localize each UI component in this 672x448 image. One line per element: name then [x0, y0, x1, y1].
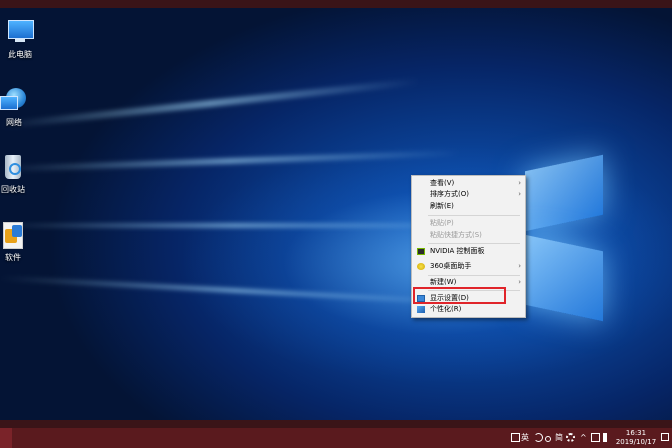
- clock-date: 2019/10/17: [615, 438, 657, 446]
- notification-center-icon[interactable]: [661, 433, 669, 441]
- volume-icon[interactable]: [603, 433, 611, 442]
- highlight-annotation-box: [413, 287, 506, 304]
- menu-separator: [428, 243, 520, 244]
- software-folder-icon: [0, 221, 27, 249]
- windows-logo-pane: [525, 154, 603, 232]
- desktop-icon-this-pc[interactable]: 此电脑: [0, 18, 40, 60]
- menu-item-360-desktop-assistant[interactable]: 360桌面助手 ›: [412, 261, 525, 272]
- submenu-arrow-icon: ›: [518, 179, 521, 187]
- wallpaper-light-beam: [0, 275, 470, 306]
- menu-item-label: NVIDIA 控制面板: [430, 247, 485, 255]
- computer-icon: [6, 18, 34, 46]
- start-button[interactable]: [0, 428, 12, 448]
- nvidia-icon: [417, 248, 425, 255]
- ime-language-indicator[interactable]: 英: [521, 428, 529, 448]
- screen: 此电脑 网络 回收站 软件 查看(V) › 排序方式(O) › 刷新(E) 粘贴…: [0, 0, 672, 448]
- submenu-arrow-icon: ›: [518, 262, 521, 270]
- desktop-icon-label: 软件: [5, 253, 21, 262]
- menu-item-label: 排序方式(O): [430, 190, 469, 198]
- menu-item-personalize[interactable]: 个性化(R): [412, 304, 525, 315]
- desktop[interactable]: 此电脑 网络 回收站 软件: [0, 8, 672, 420]
- menu-separator: [428, 215, 520, 216]
- menu-item-refresh[interactable]: 刷新(E): [412, 201, 525, 212]
- menu-item-label: 查看(V): [430, 179, 455, 187]
- clock-time: 16:31: [625, 429, 647, 437]
- menu-separator: [428, 275, 520, 276]
- personalize-icon: [417, 306, 425, 313]
- menu-item-view[interactable]: 查看(V) ›: [412, 178, 525, 189]
- network-icon: [0, 86, 28, 114]
- menu-item-label: 360桌面助手: [430, 262, 472, 270]
- menu-item-label: 刷新(E): [430, 202, 454, 210]
- menu-item-paste[interactable]: 粘贴(P): [412, 218, 525, 229]
- desktop-icon-label: 回收站: [1, 185, 25, 194]
- submenu-arrow-icon: ›: [518, 278, 521, 286]
- menu-item-sort-by[interactable]: 排序方式(O) ›: [412, 189, 525, 200]
- desktop-icon-software[interactable]: 软件: [0, 221, 33, 263]
- recycle-bin-icon: [0, 153, 27, 181]
- wallpaper-light-beam: [0, 223, 470, 228]
- desktop-icon-network[interactable]: 网络: [0, 86, 34, 128]
- wallpaper-light-beam: [0, 149, 460, 173]
- ime-grid-icon[interactable]: [511, 433, 520, 442]
- ime-punctuation-icon[interactable]: [545, 436, 551, 442]
- ime-moon-icon[interactable]: [534, 433, 543, 442]
- 360-icon: [417, 263, 425, 270]
- menu-item-label: 粘贴(P): [430, 219, 454, 227]
- desktop-icon-recycle-bin[interactable]: 回收站: [0, 153, 33, 195]
- menu-item-label: 粘贴快捷方式(S): [430, 231, 482, 239]
- desktop-icon-label: 网络: [6, 118, 22, 127]
- submenu-arrow-icon: ›: [518, 190, 521, 198]
- windows-logo-pane: [525, 234, 603, 322]
- top-frame: [0, 0, 672, 8]
- ime-settings-gear-icon[interactable]: [566, 433, 575, 442]
- menu-item-nvidia-control-panel[interactable]: NVIDIA 控制面板: [412, 246, 525, 257]
- ime-mode-indicator[interactable]: 简: [555, 428, 563, 448]
- network-tray-icon[interactable]: [591, 433, 600, 442]
- wallpaper-light-beam: [0, 78, 420, 129]
- tray-overflow-chevron[interactable]: ^: [580, 428, 587, 448]
- menu-item-paste-shortcut[interactable]: 粘贴快捷方式(S): [412, 230, 525, 241]
- desktop-icon-label: 此电脑: [8, 50, 32, 59]
- menu-item-label: 个性化(R): [430, 305, 462, 313]
- taskbar-clock[interactable]: 16:31 2019/10/17: [614, 429, 658, 447]
